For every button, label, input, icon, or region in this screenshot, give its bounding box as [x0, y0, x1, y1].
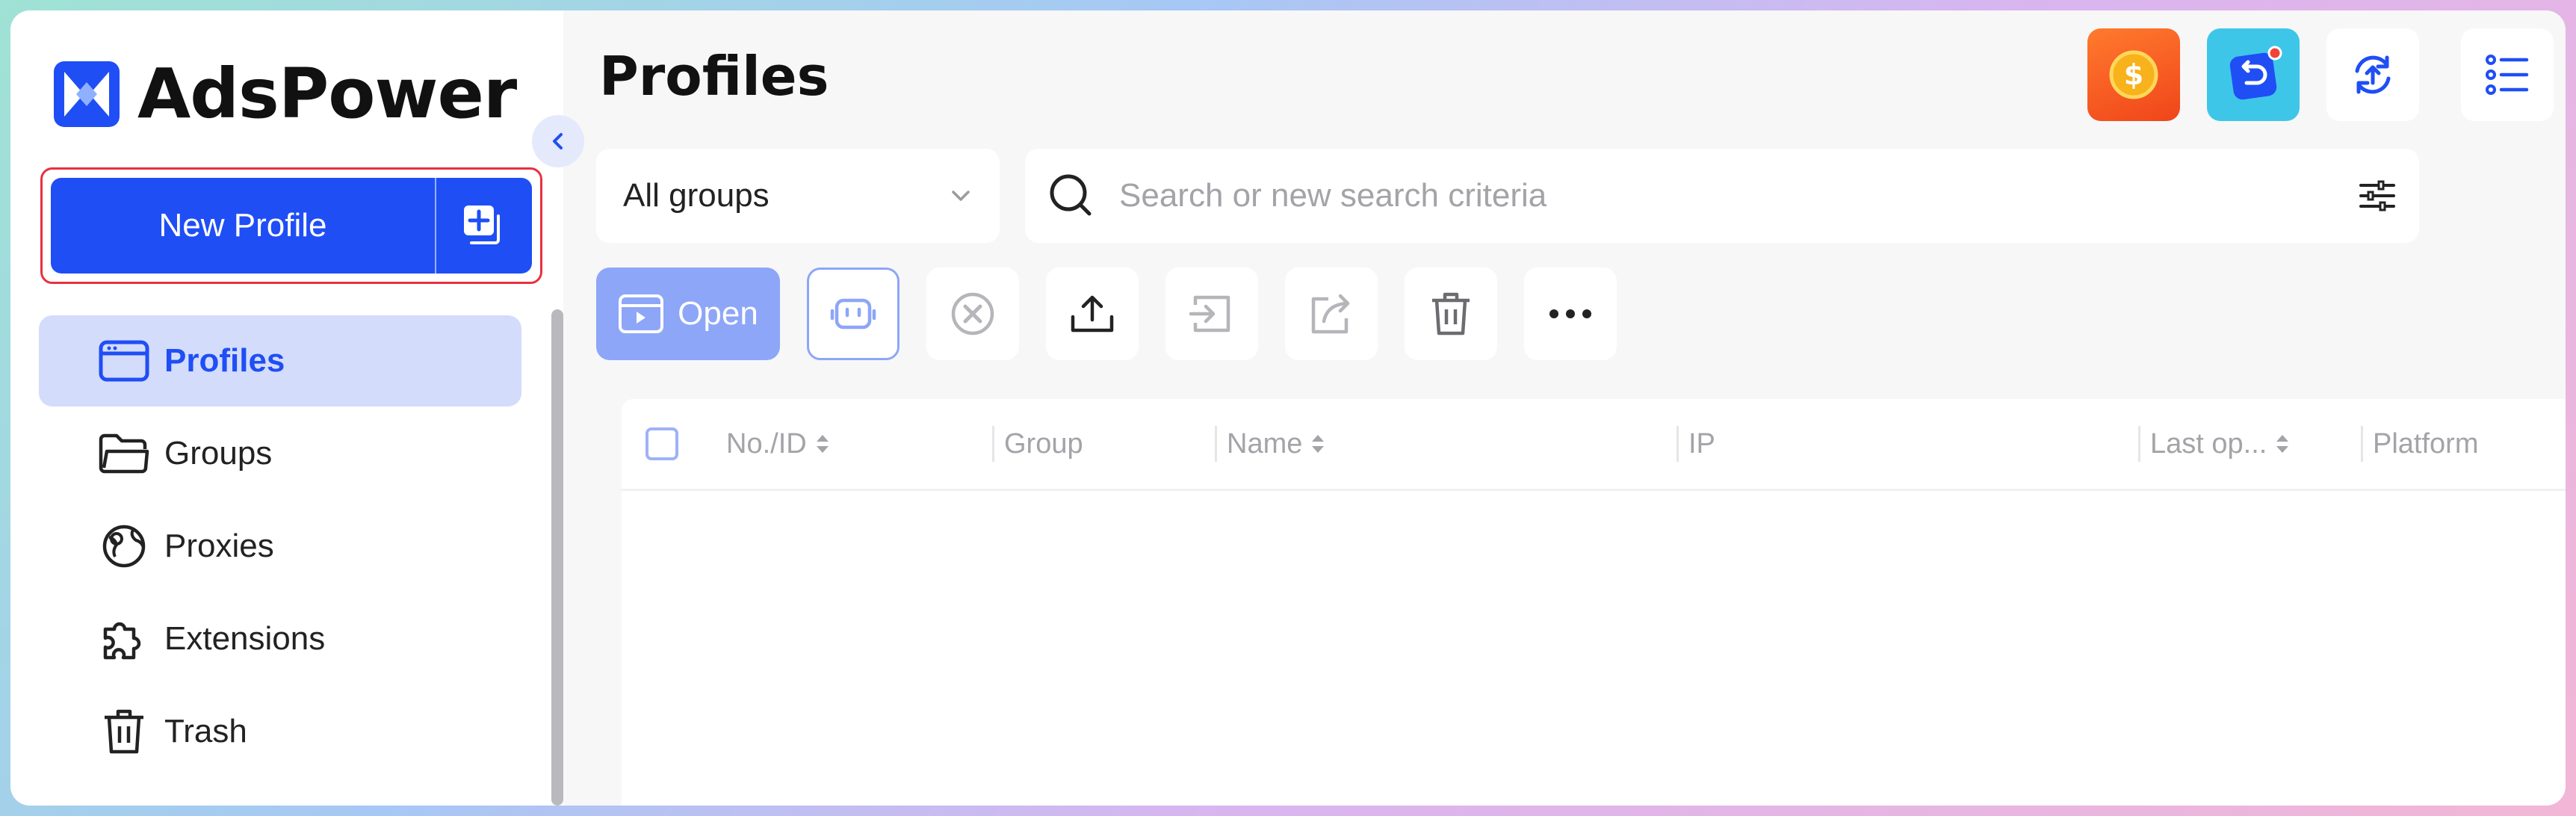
column-ip[interactable]: IP — [1688, 399, 1715, 489]
column-divider[interactable] — [1215, 426, 1217, 462]
list-settings-button[interactable] — [2461, 28, 2554, 121]
close-circle-icon — [951, 292, 994, 336]
search-input[interactable] — [1118, 176, 2358, 215]
delete-button[interactable] — [1405, 268, 1497, 360]
share-icon — [1311, 294, 1350, 334]
coin-reward-button[interactable]: $ — [2087, 28, 2180, 121]
more-button[interactable] — [1524, 268, 1617, 360]
search-bar — [1025, 149, 2419, 243]
upload-icon — [1071, 295, 1114, 333]
sidebar-nav: Profiles Groups Proxies Extensions Trash — [39, 315, 521, 779]
sort-icon — [1310, 432, 1326, 456]
adspower-logo-icon — [54, 61, 120, 127]
new-profile-button-group: New Profile — [51, 178, 532, 273]
column-divider[interactable] — [2361, 426, 2363, 462]
sidebar-item-label: Proxies — [164, 528, 274, 564]
import-button[interactable] — [1165, 268, 1258, 360]
add-copy-icon — [464, 205, 500, 244]
sidebar-item-extensions[interactable]: Extensions — [39, 593, 521, 684]
share-button[interactable] — [1285, 268, 1378, 360]
column-label: Platform — [2373, 427, 2479, 460]
close-browser-button[interactable] — [926, 268, 1019, 360]
update-notification-button[interactable] — [2207, 28, 2300, 121]
filter-sliders-icon[interactable] — [2358, 176, 2397, 215]
collapse-sidebar-button[interactable] — [532, 115, 584, 167]
browser-play-icon — [619, 294, 664, 333]
automation-button[interactable] — [807, 268, 900, 360]
column-name[interactable]: Name — [1227, 399, 1326, 489]
sidebar-item-label: Profiles — [164, 342, 285, 379]
batch-create-button[interactable] — [436, 178, 532, 273]
column-divider[interactable] — [1676, 426, 1679, 462]
more-icon — [1549, 309, 1591, 318]
folder-icon — [97, 427, 151, 480]
sidebar-item-profiles[interactable]: Profiles — [39, 315, 521, 407]
sync-icon — [2355, 55, 2391, 94]
sidebar-item-label: Groups — [164, 435, 273, 472]
svg-text:$: $ — [2124, 58, 2143, 91]
column-divider[interactable] — [2138, 426, 2140, 462]
trash-icon — [1432, 292, 1470, 336]
column-label: Name — [1227, 427, 1303, 460]
sidebar-item-proxies[interactable]: Proxies — [39, 501, 521, 592]
new-profile-highlight: New Profile — [40, 167, 542, 284]
app-name: AdsPower — [137, 54, 517, 134]
sync-button[interactable] — [2326, 28, 2419, 121]
sidebar-item-label: Trash — [164, 713, 247, 749]
chevron-down-icon — [952, 191, 970, 201]
chevron-left-icon — [553, 133, 563, 149]
column-platform[interactable]: Platform — [2373, 399, 2478, 489]
import-icon — [1189, 295, 1230, 333]
main-panel: Profiles $ All groups Open — [563, 10, 2566, 806]
open-button-label: Open — [678, 295, 758, 332]
sidebar: AdsPower New Profile Profiles Groups Pro… — [10, 10, 563, 806]
group-select[interactable]: All groups — [596, 149, 1000, 243]
new-profile-button[interactable]: New Profile — [51, 178, 435, 273]
column-no-id[interactable]: No./ID — [726, 399, 831, 489]
table-header: No./ID Group Name IP Last op... Platform — [622, 399, 2566, 491]
robot-icon — [830, 298, 876, 330]
page-title: Profiles — [599, 45, 829, 108]
puzzle-icon — [97, 612, 151, 666]
column-label: No./ID — [726, 427, 807, 460]
column-label: Group — [1004, 427, 1083, 460]
select-all-checkbox[interactable] — [645, 427, 678, 460]
profiles-table: No./ID Group Name IP Last op... Platform — [622, 399, 2566, 806]
sidebar-item-groups[interactable]: Groups — [39, 408, 521, 499]
open-button[interactable]: Open — [596, 268, 780, 360]
coin-reward-icon: $ — [2109, 50, 2158, 99]
browser-window-icon — [97, 334, 151, 388]
trash-icon — [97, 705, 151, 758]
sort-icon — [2274, 432, 2291, 456]
search-icon — [1050, 174, 1092, 216]
sort-icon — [814, 432, 831, 456]
column-label: IP — [1688, 427, 1715, 460]
column-last-opened[interactable]: Last op... — [2150, 399, 2291, 489]
sidebar-item-label: Extensions — [164, 620, 326, 657]
sidebar-scrollbar[interactable] — [551, 309, 563, 806]
app-window: AdsPower New Profile Profiles Groups Pro… — [10, 10, 2566, 806]
upload-button[interactable] — [1046, 268, 1139, 360]
list-settings-icon — [2486, 55, 2529, 95]
column-group[interactable]: Group — [1004, 399, 1083, 489]
column-label: Last op... — [2150, 427, 2267, 460]
group-select-value: All groups — [623, 177, 770, 214]
column-divider[interactable] — [992, 426, 994, 462]
sidebar-item-trash[interactable]: Trash — [39, 686, 521, 777]
update-notification-icon — [2229, 46, 2282, 100]
logo: AdsPower — [54, 54, 517, 134]
globe-icon — [97, 519, 151, 573]
